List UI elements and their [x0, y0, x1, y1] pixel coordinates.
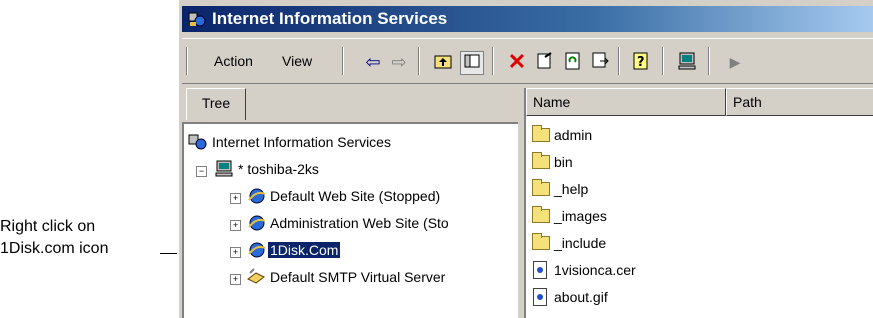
list-item-label: _help [554, 181, 589, 197]
view-menu[interactable]: View [282, 53, 312, 69]
expand-site-icon[interactable]: + [230, 193, 241, 204]
show-tree-icon[interactable] [460, 51, 484, 75]
expand-site-icon[interactable]: + [230, 247, 241, 258]
refresh-icon[interactable] [562, 51, 584, 73]
delete-icon[interactable]: ✕ [506, 51, 528, 73]
toolbar-separator [342, 47, 344, 75]
column-header-name[interactable]: Name [526, 88, 726, 116]
toolbar-separator [618, 47, 620, 75]
export-icon[interactable] [590, 51, 612, 73]
file-list-pane: Name Path admin bin _help _images _inclu… [524, 88, 873, 318]
tree-root-label[interactable]: Internet Information Services [212, 134, 391, 150]
tree-item-1disk-com[interactable]: 1Disk.Com [266, 241, 342, 259]
tree-item-default-web-site[interactable]: Default Web Site (Stopped) [270, 188, 440, 204]
annotation-callout: Right click on 1Disk.com icon [0, 216, 175, 260]
tree-tab-row: Tree [182, 88, 520, 122]
tab-tree[interactable]: Tree [186, 88, 246, 120]
tree-server-label[interactable]: * toshiba-2ks [238, 161, 319, 177]
iis-window: Internet Information Services Action Vie… [177, 0, 873, 318]
toolbar-separator [492, 47, 494, 75]
callout-line-1: Right click on [0, 218, 96, 235]
back-icon[interactable]: ⇦ [362, 51, 384, 73]
folder-icon [532, 152, 550, 169]
toolbar-separator [418, 47, 420, 75]
folder-icon [532, 206, 550, 223]
toolbar-grip [186, 47, 188, 75]
svg-text:?: ? [637, 55, 645, 70]
play-icon[interactable]: ▶ [724, 51, 746, 73]
smtp-server-icon [247, 268, 265, 284]
title-bar[interactable]: Internet Information Services [182, 6, 873, 32]
folder-icon [532, 179, 550, 196]
list-item-label: about.gif [554, 289, 608, 305]
certificate-file-icon [533, 261, 547, 279]
web-site-globe-icon [248, 188, 266, 204]
tree-item-default-smtp[interactable]: Default SMTP Virtual Server [270, 269, 445, 285]
server-computer-icon [215, 160, 233, 177]
properties-icon[interactable] [534, 51, 556, 73]
help-icon[interactable]: ? [630, 51, 652, 73]
iis-app-icon [188, 12, 206, 27]
forward-icon[interactable]: ⇨ [388, 51, 410, 73]
tree-pane: Internet Information Services − * toshib… [182, 122, 518, 318]
folder-icon [532, 233, 550, 250]
iis-root-icon [188, 134, 207, 150]
computer-icon[interactable] [676, 51, 698, 73]
folder-icon [532, 125, 550, 142]
toolbar-separator [662, 47, 664, 75]
list-item-label: bin [554, 154, 573, 170]
expand-site-icon[interactable]: + [230, 220, 241, 231]
web-site-globe-icon [248, 242, 266, 258]
up-folder-icon[interactable] [432, 51, 454, 73]
list-item-label: _include [554, 235, 607, 251]
list-item-label: _images [554, 208, 607, 224]
list-item-label: 1visionca.cer [554, 262, 636, 278]
image-file-icon [533, 288, 547, 306]
list-item-label: admin [554, 127, 593, 143]
tree-item-admin-web-site[interactable]: Administration Web Site (Sto [270, 215, 449, 231]
action-menu[interactable]: Action [214, 53, 253, 69]
collapse-server-icon[interactable]: − [196, 166, 207, 177]
toolbar-separator [708, 47, 710, 75]
column-header-path[interactable]: Path [726, 88, 873, 116]
toolbar: Action View ⇦ ⇨ ✕ ? ▶ [182, 38, 873, 84]
web-site-globe-icon [248, 215, 266, 231]
expand-site-icon[interactable]: + [230, 274, 241, 285]
window-title: Internet Information Services [212, 9, 448, 28]
callout-line-2: 1Disk.com icon [0, 240, 109, 257]
